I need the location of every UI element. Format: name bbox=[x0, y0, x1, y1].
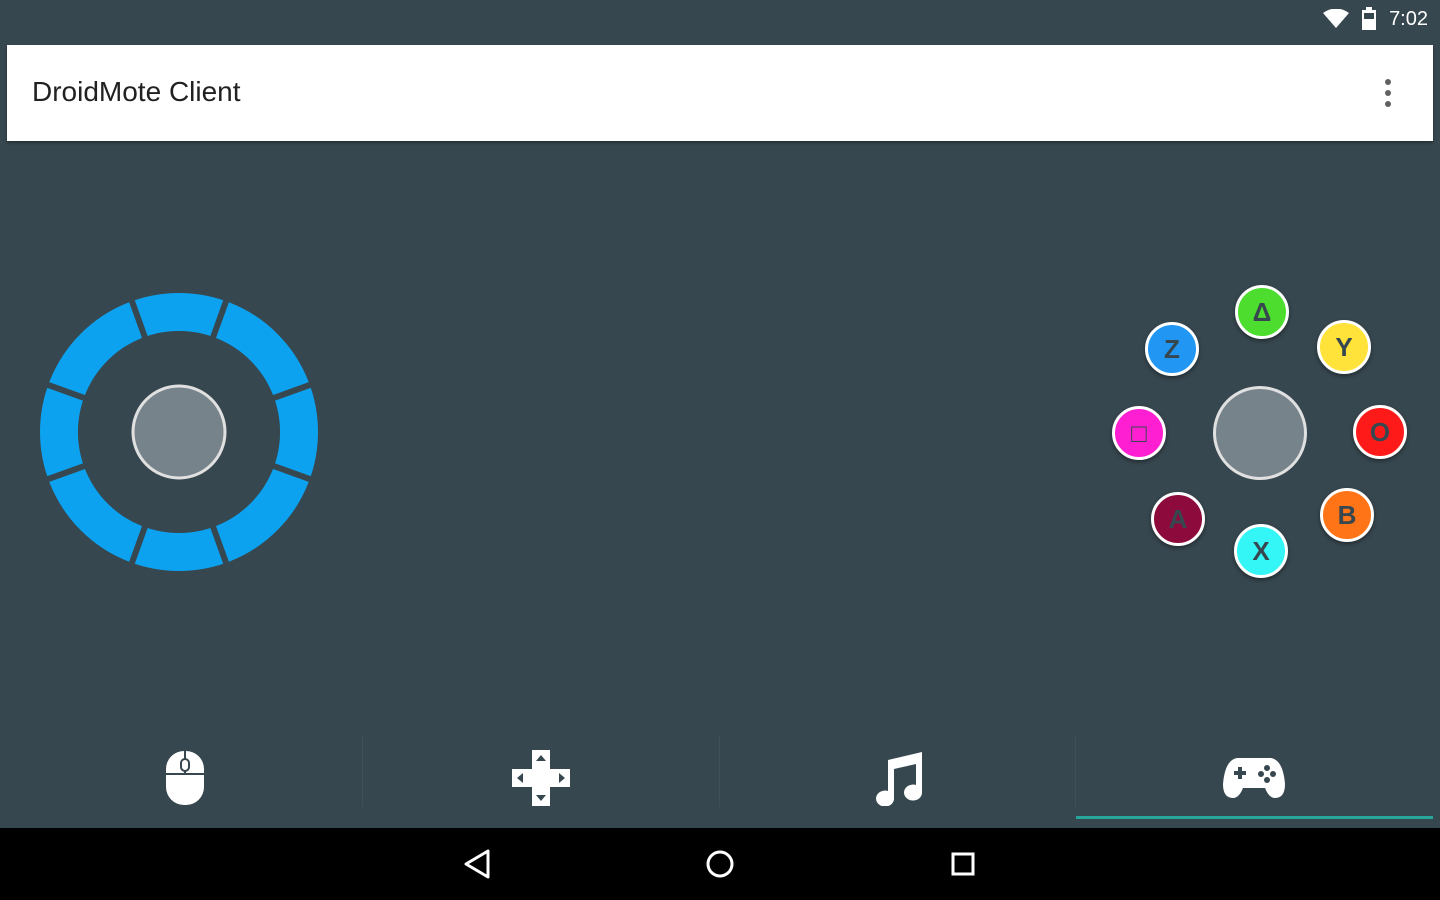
joystick-knob[interactable] bbox=[131, 384, 227, 480]
status-icons: 7:02 bbox=[1323, 0, 1428, 38]
y-button-label: Y bbox=[1335, 331, 1353, 362]
recents-icon[interactable] bbox=[945, 846, 981, 882]
more-vert-icon[interactable] bbox=[1375, 77, 1401, 109]
circle-button[interactable]: O bbox=[1353, 405, 1407, 459]
joystick[interactable] bbox=[38, 291, 320, 573]
x-button-label: X bbox=[1252, 535, 1270, 566]
z-button[interactable]: Z bbox=[1145, 322, 1199, 376]
status-bar: 7:02 bbox=[0, 0, 1440, 38]
right-joystick-knob[interactable] bbox=[1213, 386, 1307, 480]
battery-icon bbox=[1362, 7, 1377, 30]
tab-dpad[interactable] bbox=[363, 735, 719, 821]
a-button-label: A bbox=[1168, 503, 1188, 534]
circle-button-label: O bbox=[1369, 416, 1391, 447]
back-icon[interactable] bbox=[459, 846, 495, 882]
status-time: 7:02 bbox=[1389, 7, 1428, 30]
music-note-icon bbox=[876, 752, 923, 806]
tab-music[interactable] bbox=[720, 735, 1076, 821]
b-button-label: B bbox=[1337, 499, 1357, 530]
a-button[interactable]: A bbox=[1151, 492, 1205, 546]
tab-selected-indicator bbox=[1076, 816, 1433, 819]
square-button-label: □ bbox=[1131, 417, 1147, 448]
x-button[interactable]: X bbox=[1234, 524, 1288, 578]
nav-bar bbox=[0, 828, 1440, 900]
tab-gamepad[interactable] bbox=[1076, 735, 1432, 821]
app-bar: DroidMote Client bbox=[7, 45, 1433, 141]
b-button[interactable]: B bbox=[1320, 488, 1374, 542]
app-title: DroidMote Client bbox=[32, 76, 241, 107]
gamepad-icon bbox=[1223, 758, 1285, 798]
triangle-button-label: Δ bbox=[1252, 296, 1272, 327]
dpad-icon bbox=[512, 750, 570, 806]
triangle-button[interactable]: Δ bbox=[1235, 285, 1289, 339]
home-icon[interactable] bbox=[702, 846, 738, 882]
wifi-icon bbox=[1323, 9, 1350, 28]
mouse-icon bbox=[166, 751, 204, 805]
tab-mouse[interactable] bbox=[7, 735, 363, 821]
y-button[interactable]: Y bbox=[1317, 320, 1371, 374]
z-button-label: Z bbox=[1164, 333, 1180, 364]
square-button[interactable]: □ bbox=[1112, 406, 1166, 460]
tab-bar bbox=[0, 735, 1440, 827]
